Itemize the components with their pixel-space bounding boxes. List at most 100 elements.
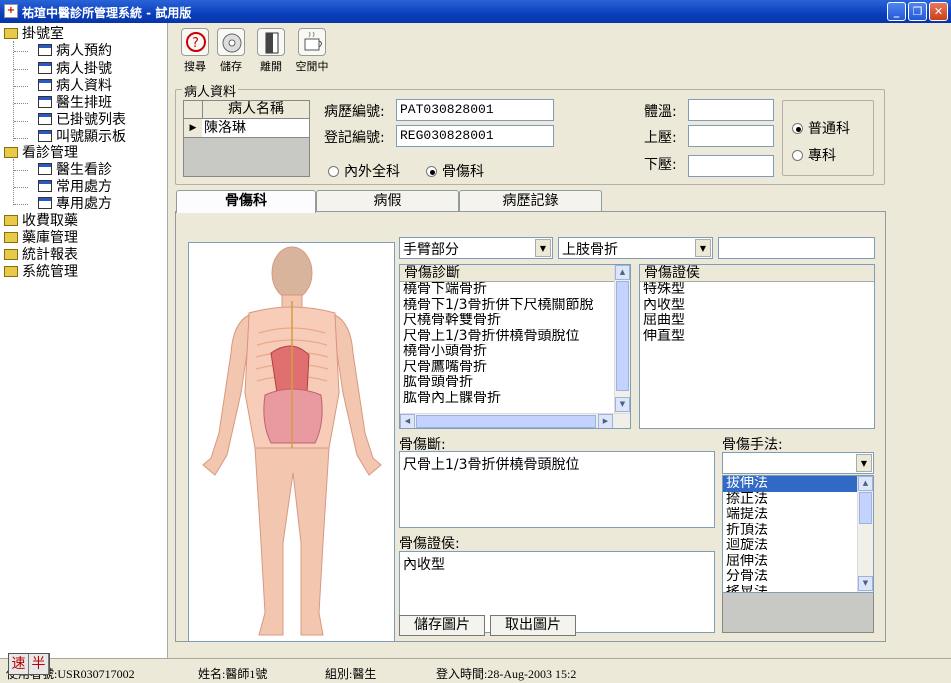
tree-item-registered-list[interactable]: 已掛號列表 (38, 112, 126, 129)
scroll-left-icon[interactable]: ◀ (400, 414, 415, 428)
list-item[interactable]: 橈骨下1/3骨折併下尺橈關節脫 (400, 298, 630, 314)
diagnosis-list[interactable]: 骨傷診斷 橈骨下端骨折 橈骨下1/3骨折併下尺橈關節脫 尺橈骨幹雙骨折 尺骨上1… (399, 264, 631, 429)
radio-general[interactable]: 內外全科 (328, 161, 400, 181)
temp-field[interactable] (688, 99, 774, 121)
save-label: 儲存 (220, 60, 242, 73)
radio-icon (792, 149, 803, 161)
ime-toolbar[interactable]: 速半 (8, 653, 50, 675)
syndrome-list[interactable]: 骨傷證侯 特殊型 內收型 屈曲型 伸直型 (639, 264, 875, 429)
tree-item-patient-registration[interactable]: 病人掛號 (38, 61, 112, 78)
list-item[interactable]: 搖晃法 (723, 585, 873, 593)
restore-button[interactable]: ❐ (908, 2, 927, 21)
lower-bp-field[interactable] (688, 155, 774, 177)
extra-input[interactable] (718, 237, 875, 259)
minimize-button[interactable]: _ (887, 2, 906, 21)
save-button[interactable]: 儲存 (214, 28, 248, 74)
upper-bp-field[interactable] (688, 125, 774, 147)
search-button[interactable]: ? 搜尋 (178, 28, 212, 74)
tree-group-billing[interactable]: 收費取藥 (4, 213, 78, 230)
patient-name-cell[interactable]: 陳洛琳 (204, 119, 246, 137)
list-item-selected[interactable]: 拔伸法 (723, 476, 873, 492)
patient-grid-row[interactable]: ▶ 陳洛琳 (184, 119, 309, 138)
diagnosis-textarea[interactable]: 尺骨上1/3骨折併橈骨頭脫位 (399, 451, 715, 528)
list-item[interactable]: 捺正法 (723, 492, 873, 508)
method-list[interactable]: 拔伸法 捺正法 端提法 折頂法 迴旋法 屈伸法 分骨法 搖晃法 ▲ ▼ (722, 475, 874, 593)
leave-button[interactable]: 離開 (254, 28, 288, 74)
scroll-up-icon[interactable]: ▲ (615, 265, 630, 280)
syndrome-list-header: 骨傷證侯 (640, 265, 874, 282)
list-item[interactable]: 折頂法 (723, 523, 873, 539)
tree-item-common-prescription[interactable]: 常用處方 (38, 179, 112, 196)
category-select[interactable]: 上肢骨折 ▼ (558, 237, 713, 259)
scroll-thumb[interactable] (616, 281, 629, 391)
ime-halfwidth-icon[interactable]: 半 (29, 654, 49, 674)
tree-item-private-prescription[interactable]: 專用處方 (38, 196, 112, 213)
close-button[interactable]: ✕ (929, 2, 948, 21)
list-item[interactable]: 分骨法 (723, 569, 873, 585)
tree-group-pharmacy[interactable]: 藥庫管理 (4, 230, 78, 247)
syndrome-label: 骨傷證侯: (399, 536, 460, 552)
tab-records[interactable]: 病歷記錄 (459, 190, 602, 212)
tree-item-doctor-consult[interactable]: 醫生看診 (38, 162, 112, 179)
method-vscrollbar[interactable]: ▲ ▼ (857, 476, 873, 592)
patient-grid: 病人名稱 ▶ 陳洛琳 (183, 100, 310, 177)
scroll-thumb[interactable] (416, 415, 596, 428)
idle-button[interactable]: 空閒中 (292, 28, 332, 74)
list-item[interactable]: 特殊型 (640, 282, 874, 298)
save-image-button[interactable]: 儲存圖片 (399, 615, 485, 636)
diagnosis-list-header: 骨傷診斷 (400, 265, 630, 282)
list-item[interactable]: 端提法 (723, 507, 873, 523)
list-item[interactable]: 迴旋法 (723, 538, 873, 554)
list-item[interactable]: 橈骨下端骨折 (400, 282, 630, 298)
dropdown-arrow-icon[interactable]: ▼ (856, 454, 872, 472)
tab-ortho[interactable]: 骨傷科 (176, 190, 316, 213)
help-search-icon: ? (181, 28, 209, 56)
load-image-button[interactable]: 取出圖片 (490, 615, 576, 636)
tab-sick-leave[interactable]: 病假 (316, 190, 459, 212)
tree-item-call-board[interactable]: 叫號顯示板 (38, 129, 126, 146)
form-icon (38, 163, 52, 175)
list-item[interactable]: 肱骨內上髁骨折 (400, 391, 630, 407)
list-item[interactable]: 屈曲型 (640, 313, 874, 329)
dropdown-arrow-icon[interactable]: ▼ (535, 239, 551, 257)
app-icon[interactable]: + (4, 4, 18, 18)
list-item[interactable]: 尺骨鷹嘴骨折 (400, 360, 630, 376)
door-icon (257, 28, 285, 56)
list-item[interactable]: 橈骨小頭骨折 (400, 344, 630, 360)
tree-item-doctor-schedule[interactable]: 醫生排班 (38, 95, 112, 112)
record-no-field[interactable]: PAT030828001 (396, 99, 554, 121)
reg-no-field[interactable]: REG030828001 (396, 125, 554, 147)
tree-group-label: 掛號室 (22, 26, 64, 42)
method-select[interactable]: ▼ (722, 452, 874, 474)
list-item[interactable]: 尺骨上1/3骨折併橈骨頭脫位 (400, 329, 630, 345)
ime-quick-icon[interactable]: 速 (9, 654, 29, 674)
list-item[interactable]: 內收型 (640, 298, 874, 314)
radio-specialist[interactable]: 專科 (792, 145, 836, 165)
dropdown-arrow-icon[interactable]: ▼ (695, 239, 711, 257)
folder-icon (4, 27, 18, 39)
tree-group-system[interactable]: 系統管理 (4, 264, 78, 281)
diagnosis-hscrollbar[interactable]: ◀ ▶ (400, 413, 630, 428)
search-label: 搜尋 (184, 60, 206, 73)
scroll-down-icon[interactable]: ▼ (858, 576, 873, 591)
scroll-right-icon[interactable]: ▶ (598, 414, 613, 428)
tree-group-consultation[interactable]: 看診管理 (4, 145, 78, 162)
folder-icon (4, 265, 18, 277)
tree-item-patient-info[interactable]: 病人資料 (38, 78, 112, 95)
form-icon (38, 62, 52, 74)
body-part-select[interactable]: 手臂部分 ▼ (399, 237, 553, 259)
diagnosis-vscrollbar[interactable]: ▲ ▼ (614, 265, 630, 413)
radio-ortho[interactable]: 骨傷科 (426, 161, 484, 181)
body-anatomy-image[interactable] (188, 242, 395, 642)
list-item[interactable]: 肱骨頭骨折 (400, 375, 630, 391)
list-item[interactable]: 尺橈骨幹雙骨折 (400, 313, 630, 329)
scroll-up-icon[interactable]: ▲ (858, 476, 873, 491)
scroll-thumb[interactable] (859, 492, 872, 524)
radio-normal-clinic[interactable]: 普通科 (792, 118, 850, 138)
list-item[interactable]: 屈伸法 (723, 554, 873, 570)
list-item[interactable]: 伸直型 (640, 329, 874, 345)
scroll-down-icon[interactable]: ▼ (615, 397, 630, 412)
tree-group-registration[interactable]: 掛號室 (4, 26, 64, 43)
tree-group-reports[interactable]: 統計報表 (4, 247, 78, 264)
tree-item-patient-booking[interactable]: 病人預約 (38, 43, 112, 60)
